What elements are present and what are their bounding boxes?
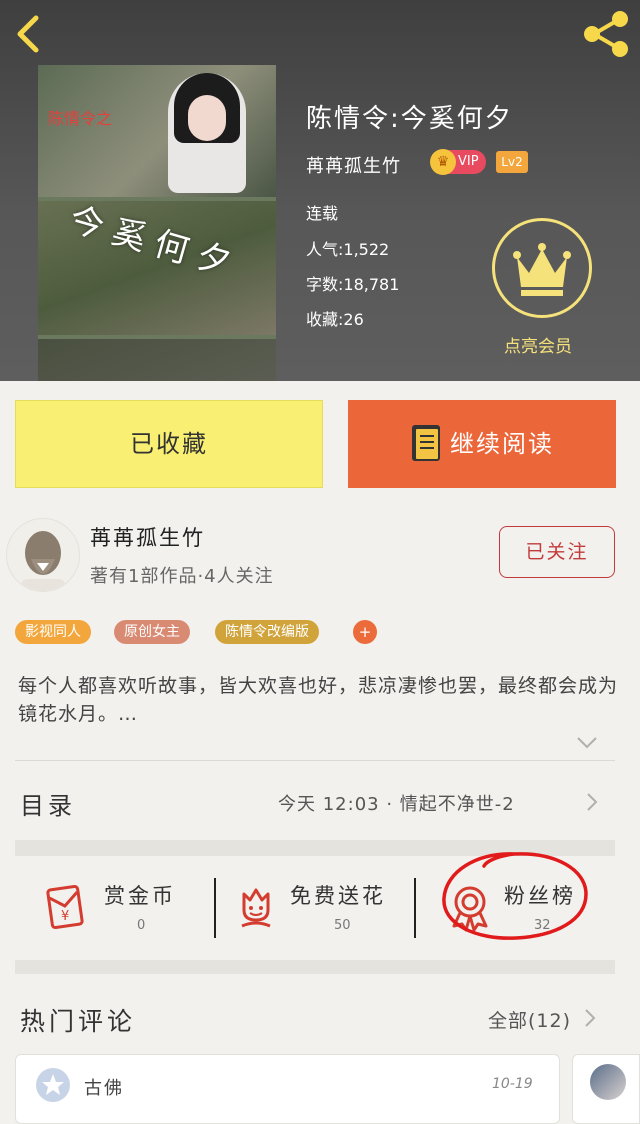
chevron-down-icon[interactable]: [576, 736, 598, 750]
word-count: 字数:18,781: [306, 275, 400, 294]
level-badge: Lv2: [496, 151, 528, 173]
divider: [15, 760, 615, 761]
comment-date: 10-19: [492, 1076, 533, 1092]
commenter-avatar[interactable]: [590, 1064, 626, 1100]
star-icon: [42, 1074, 64, 1095]
author-subtitle: 著有1部作品·4人关注: [90, 566, 274, 587]
send-flower-label: 免费送花: [290, 884, 386, 908]
continue-reading-button[interactable]: 继续阅读: [348, 400, 616, 488]
favorite-count: 收藏:26: [306, 310, 364, 329]
send-flower-button[interactable]: 免费送花 50: [232, 878, 402, 938]
book-header: 陈情令之 今奚何夕 陈情令:今奚何夕 苒苒孤生竹 ♛ VIP Lv2 连载 人气…: [0, 0, 640, 381]
author-name[interactable]: 苒苒孤生竹: [90, 522, 205, 552]
all-comments-link[interactable]: 全部(12): [488, 1006, 571, 1033]
tag-film-fanfic[interactable]: 影视同人: [15, 620, 91, 644]
red-envelope-icon: ¥: [46, 884, 84, 930]
commenter-avatar[interactable]: [36, 1068, 70, 1102]
chevron-right-icon[interactable]: [586, 792, 598, 812]
reward-coins-label: 赏金币: [104, 884, 176, 908]
book-icon: [412, 425, 440, 461]
follow-button[interactable]: 已关注: [499, 526, 615, 578]
toc-latest-chapter[interactable]: 今天 12:03 · 情起不净世-2: [278, 790, 515, 816]
stat-divider: [414, 878, 416, 938]
member-button[interactable]: [492, 218, 592, 318]
book-title: 陈情令:今奚何夕: [306, 104, 513, 134]
flower-count: 50: [334, 918, 351, 933]
author-avatar[interactable]: [6, 518, 80, 592]
header-author[interactable]: 苒苒孤生竹: [306, 152, 401, 178]
tag-adaptation[interactable]: 陈情令改编版: [215, 620, 319, 644]
back-icon[interactable]: [8, 12, 48, 56]
reward-coins-count: 0: [137, 918, 146, 933]
cover-red-text: 陈情令之: [48, 109, 113, 128]
avatar-image: [21, 531, 65, 591]
flower-icon: [241, 888, 271, 928]
synopsis: 每个人都喜欢听故事，皆大欢喜也好，悲凉凄惨也罢，最终都会成为镜花水月。…: [18, 675, 619, 725]
section-separator: [15, 960, 615, 974]
member-label[interactable]: 点亮会员: [504, 332, 572, 357]
vip-badge: ♛ VIP: [430, 149, 486, 175]
crown-icon: [513, 243, 571, 296]
serial-status: 连载: [306, 204, 339, 223]
hot-comments-label: 热门评论: [20, 1007, 137, 1036]
chevron-right-icon[interactable]: [584, 1008, 596, 1028]
book-cover[interactable]: 陈情令之 今奚何夕: [38, 65, 276, 381]
add-tag-button[interactable]: +: [353, 620, 377, 644]
svg-text:¥: ¥: [61, 909, 69, 924]
commenter-name[interactable]: 古佛: [84, 1074, 124, 1100]
toc-label[interactable]: 目录: [20, 786, 76, 821]
stat-divider: [214, 878, 216, 938]
tag-original-heroine[interactable]: 原创女主: [114, 620, 190, 644]
hand-drawn-circle-annotation: [442, 852, 588, 940]
crown-small-icon: ♛: [430, 149, 456, 175]
share-icon[interactable]: [580, 10, 632, 58]
favorited-button[interactable]: 已收藏: [15, 400, 323, 488]
reward-coins-button[interactable]: ¥ 赏金币 0: [38, 878, 208, 938]
popularity: 人气:1,522: [306, 240, 390, 259]
continue-reading-label: 继续阅读: [450, 430, 554, 458]
